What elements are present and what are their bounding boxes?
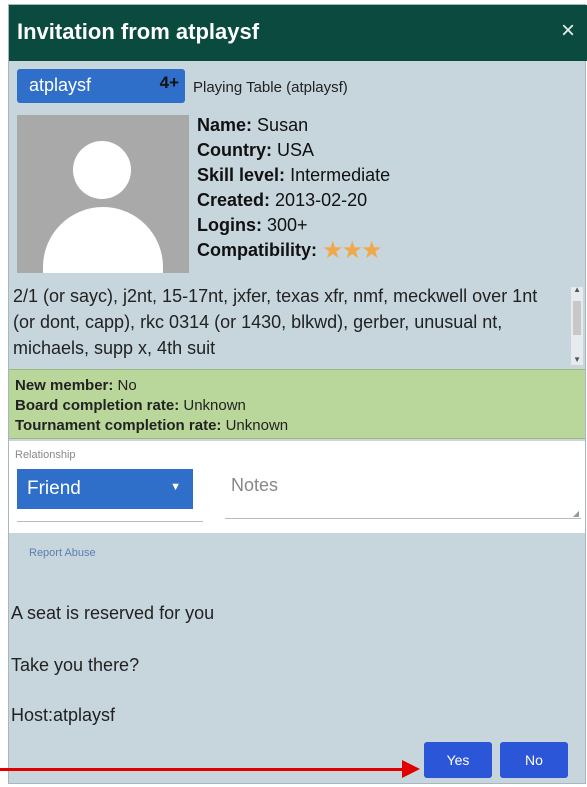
conventions-text: 2/1 (or sayc), j2nt, 15-17nt, jxfer, tex… [13,286,538,358]
star-rating-icon: ★★★ [322,237,383,264]
invitation-dialog: Invitation from atplaysf × atplaysf 4+ P… [8,4,587,784]
table-label: Playing Table (atplaysf) [193,79,348,96]
stats-panel: New member: No Board completion rate: Un… [9,369,585,439]
dialog-title: Invitation from atplaysf [17,19,260,44]
yes-button[interactable]: Yes [424,742,492,778]
scrollbar-thumb[interactable] [573,301,581,335]
seat-reserved-message: A seat is reserved for you [11,603,215,623]
skill-level-badge: 4+ [159,73,179,92]
resize-handle-icon[interactable]: ◢ [573,509,579,518]
profile-compatibility: Compatibility: ★★★ [197,237,383,264]
new-member-row: New member: No [15,377,137,394]
user-row: atplaysf 4+ Playing Table (atplaysf) [17,69,579,103]
scroll-down-icon[interactable]: ▼ [573,355,581,364]
host-message: Host:atplaysf [11,705,116,725]
tournament-completion-row: Tournament completion rate: Unknown [15,417,289,434]
avatar-body [43,207,163,273]
report-abuse-link[interactable]: Report Abuse [29,547,96,559]
profile-name: Name: Susan [197,115,309,135]
take-you-there-message: Take you there? [11,655,140,675]
board-completion-row: Board completion rate: Unknown [15,397,246,414]
relationship-panel: Relationship Friend ▼ ◢ [9,441,585,533]
profile-country: Country: USA [197,140,315,160]
profile-info: Name: Susan Country: USA Skill level: In… [197,113,390,263]
annotation-arrow-line [0,768,410,771]
username-label: atplaysf [29,75,92,95]
profile-logins: Logins: 300+ [197,215,308,235]
notes-field[interactable] [225,471,581,519]
relationship-value: Friend [27,478,81,499]
profile-created: Created: 2013-02-20 [197,190,368,210]
relationship-underline [17,521,203,522]
avatar [17,115,189,273]
username-button[interactable]: atplaysf 4+ [17,69,185,103]
conventions-scrollbar[interactable] [571,287,583,365]
profile-skill: Skill level: Intermediate [197,165,391,185]
chevron-down-icon: ▼ [170,481,181,493]
dialog-titlebar: Invitation from atplaysf × [9,5,587,61]
scroll-up-icon[interactable]: ▲ [573,285,581,294]
no-button[interactable]: No [500,742,568,778]
close-icon[interactable]: × [561,17,575,45]
relationship-label: Relationship [15,449,76,461]
avatar-head [73,141,131,199]
relationship-select[interactable]: Friend ▼ [17,469,193,509]
annotation-arrow-head-icon [402,760,420,778]
